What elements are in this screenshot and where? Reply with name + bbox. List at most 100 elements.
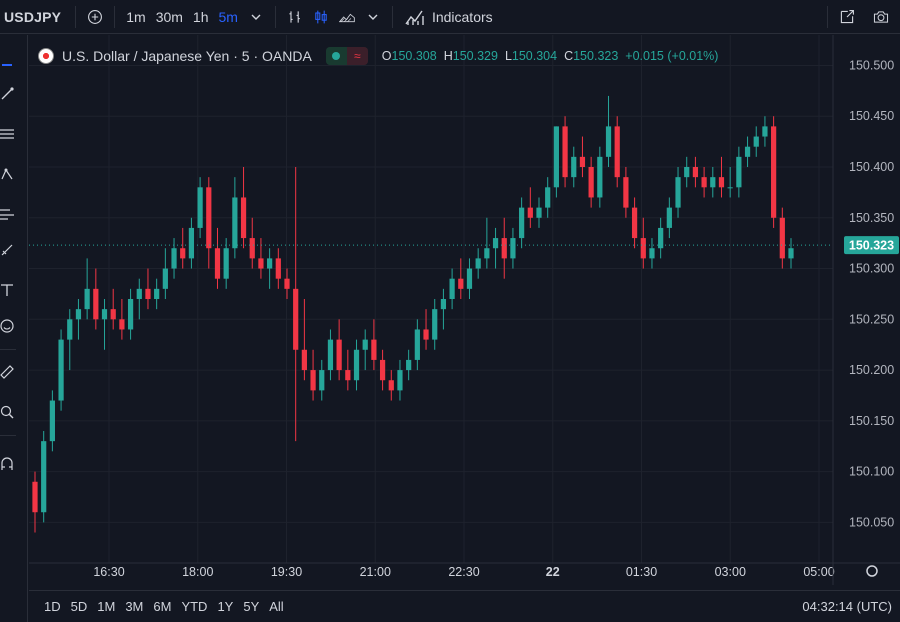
candle-body[interactable] (145, 288, 151, 299)
range-all[interactable]: All (264, 599, 288, 614)
candle-body[interactable] (736, 156, 742, 188)
magnet-tool-icon[interactable] (0, 453, 14, 475)
candle-body[interactable] (58, 339, 64, 401)
candle-body[interactable] (692, 167, 699, 178)
candle-body[interactable] (718, 177, 725, 188)
candle-body[interactable] (379, 359, 386, 381)
candle-body[interactable] (110, 309, 116, 320)
candle-body[interactable] (284, 278, 290, 289)
candle-body[interactable] (466, 268, 473, 289)
bar-style-button[interactable] (282, 4, 308, 30)
candle-body[interactable] (101, 309, 108, 320)
candle-body[interactable] (406, 359, 412, 371)
candle-body[interactable] (605, 126, 612, 157)
candle-body[interactable] (449, 278, 455, 299)
candle-body[interactable] (562, 126, 568, 178)
candle-body[interactable] (301, 349, 307, 371)
interval-30m[interactable]: 30m (151, 4, 188, 30)
pattern-tool-icon[interactable] (0, 163, 14, 185)
candle-body[interactable] (84, 288, 90, 310)
symbol-title[interactable]: U.S. Dollar / Japanese Yen · 5 · OANDA (62, 48, 312, 64)
candle-body[interactable] (571, 156, 577, 178)
candle-body[interactable] (240, 197, 247, 239)
candle-body[interactable] (597, 156, 603, 198)
candle-body[interactable] (197, 187, 203, 228)
candle-body[interactable] (171, 248, 177, 269)
symbol-search[interactable]: USDJPY (0, 9, 69, 25)
range-1m[interactable]: 1M (92, 599, 120, 614)
ruler-tool-icon[interactable] (0, 361, 14, 383)
candle-body[interactable] (788, 248, 794, 259)
area-style-button[interactable] (334, 4, 360, 30)
candle-body[interactable] (275, 258, 281, 279)
candle-body[interactable] (223, 248, 229, 279)
interval-1m[interactable]: 1m (121, 4, 150, 30)
candle-body[interactable] (623, 177, 629, 208)
fib-tool-icon[interactable] (0, 123, 14, 145)
candle-body[interactable] (214, 248, 221, 279)
candle-body[interactable] (353, 349, 360, 381)
candle-body[interactable] (414, 329, 420, 360)
candle-body[interactable] (701, 177, 707, 188)
candle-body[interactable] (658, 227, 664, 249)
candle-body[interactable] (67, 319, 73, 340)
interval-dropdown-button[interactable] (243, 4, 269, 30)
candle-body[interactable] (388, 380, 394, 391)
text-tool-icon[interactable] (0, 279, 14, 301)
trendline-tool-icon[interactable] (0, 83, 14, 105)
candle-body[interactable] (579, 156, 586, 167)
candle-body[interactable] (267, 258, 273, 269)
candle-body[interactable] (397, 370, 403, 391)
settings-gear-icon[interactable] (866, 565, 878, 577)
range-3m[interactable]: 3M (120, 599, 148, 614)
candles-style-button[interactable] (308, 4, 334, 30)
candle-body[interactable] (180, 248, 186, 259)
candle-body[interactable] (188, 227, 195, 259)
candle-body[interactable] (362, 339, 368, 350)
candle-body[interactable] (93, 288, 99, 320)
candle-body[interactable] (371, 339, 377, 360)
candle-body[interactable] (154, 288, 160, 299)
range-6m[interactable]: 6M (148, 599, 176, 614)
candle-body[interactable] (49, 400, 55, 442)
candle-body[interactable] (75, 309, 82, 320)
candle-body[interactable] (771, 126, 777, 218)
candle-body[interactable] (458, 278, 464, 289)
market-status-badge[interactable]: ≈ (325, 47, 368, 65)
candle-body[interactable] (440, 299, 447, 310)
candle-body[interactable] (744, 146, 751, 157)
candle-body[interactable] (136, 288, 142, 299)
candle-body[interactable] (484, 248, 490, 259)
chart-area[interactable]: 150.500 150.450 150.400 150.350 150.300 150.2… (29, 35, 900, 585)
prediction-tool-icon[interactable] (0, 203, 14, 225)
candle-body[interactable] (753, 136, 759, 147)
candle-body[interactable] (310, 370, 316, 391)
candle-body[interactable] (684, 167, 690, 178)
utc-clock[interactable]: 04:32:14 (UTC) (802, 599, 892, 614)
candle-body[interactable] (336, 339, 342, 371)
candle-body[interactable] (631, 207, 638, 239)
candle-body[interactable] (327, 339, 334, 371)
range-5d[interactable]: 5D (66, 599, 93, 614)
candle-body[interactable] (432, 309, 438, 340)
candle-body[interactable] (614, 126, 620, 178)
candle-body[interactable] (232, 197, 238, 249)
candle-body[interactable] (527, 207, 533, 218)
candle-body[interactable] (206, 187, 212, 249)
candle-body[interactable] (519, 207, 525, 239)
fullscreen-button[interactable] (834, 4, 860, 30)
interval-1h[interactable]: 1h (188, 4, 214, 30)
emoji-tool-icon[interactable] (0, 315, 14, 337)
compare-add-button[interactable] (82, 4, 108, 30)
candle-body[interactable] (492, 238, 499, 249)
candle-body[interactable] (249, 238, 255, 259)
candle-body[interactable] (640, 238, 646, 259)
candle-body[interactable] (293, 288, 299, 350)
interval-5m[interactable]: 5m (214, 4, 243, 30)
candle-body[interactable] (588, 167, 594, 198)
indicators-button[interactable]: Indicators (399, 4, 498, 30)
candle-body[interactable] (666, 207, 672, 228)
candle-body[interactable] (127, 299, 134, 330)
candle-body[interactable] (258, 258, 264, 269)
candle-body[interactable] (649, 248, 655, 259)
